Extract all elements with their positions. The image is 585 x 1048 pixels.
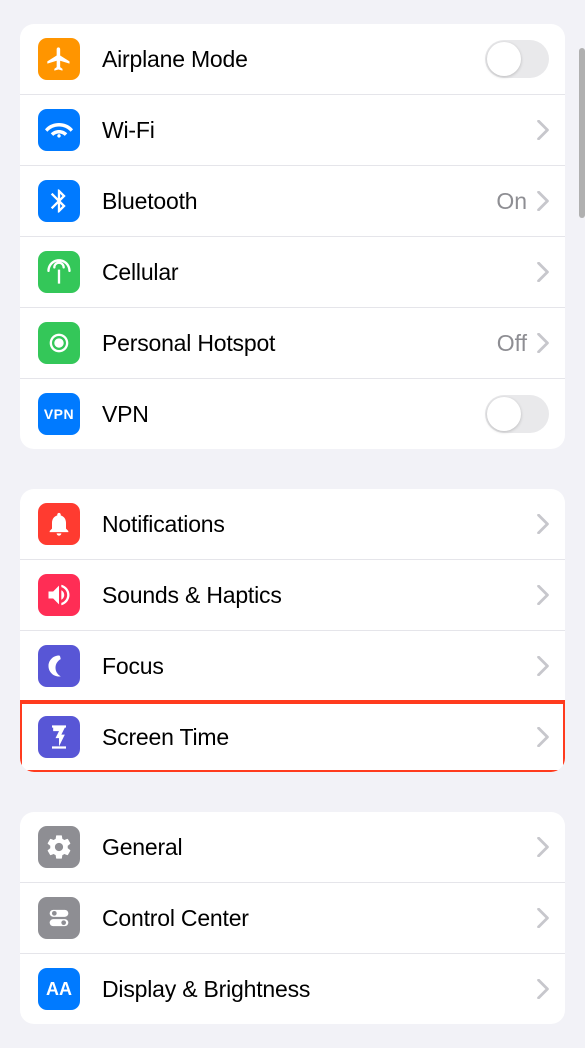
chevron-right-icon bbox=[537, 262, 549, 282]
chevron-right-icon bbox=[537, 585, 549, 605]
chevron-right-icon bbox=[537, 656, 549, 676]
chevron-right-icon bbox=[537, 120, 549, 140]
row-label: Personal Hotspot bbox=[102, 330, 497, 357]
airplane-icon bbox=[38, 38, 80, 80]
vpn-toggle[interactable] bbox=[485, 395, 549, 433]
row-label: Notifications bbox=[102, 511, 537, 538]
airplane-toggle[interactable] bbox=[485, 40, 549, 78]
chevron-right-icon bbox=[537, 727, 549, 747]
row-value: On bbox=[496, 188, 527, 215]
chevron-right-icon bbox=[537, 908, 549, 928]
row-wifi[interactable]: Wi-Fi bbox=[20, 95, 565, 166]
row-focus[interactable]: Focus bbox=[20, 631, 565, 702]
controlcenter-icon bbox=[38, 897, 80, 939]
row-label: Focus bbox=[102, 653, 537, 680]
row-cellular[interactable]: Cellular bbox=[20, 237, 565, 308]
general-icon bbox=[38, 826, 80, 868]
settings-group: General Control Center AA Display & Brightn… bbox=[20, 812, 565, 1024]
row-label: VPN bbox=[102, 401, 485, 428]
row-value: Off bbox=[497, 330, 527, 357]
row-airplane[interactable]: Airplane Mode bbox=[20, 24, 565, 95]
sounds-icon bbox=[38, 574, 80, 616]
chevron-right-icon bbox=[537, 837, 549, 857]
row-display[interactable]: AA Display & Brightness bbox=[20, 954, 565, 1024]
row-sounds[interactable]: Sounds & Haptics bbox=[20, 560, 565, 631]
row-general[interactable]: General bbox=[20, 812, 565, 883]
cellular-icon bbox=[38, 251, 80, 293]
screentime-icon bbox=[38, 716, 80, 758]
chevron-right-icon bbox=[537, 514, 549, 534]
wifi-icon bbox=[38, 109, 80, 151]
notifications-icon bbox=[38, 503, 80, 545]
row-screentime[interactable]: Screen Time bbox=[20, 702, 565, 772]
row-notifications[interactable]: Notifications bbox=[20, 489, 565, 560]
row-vpn[interactable]: VPN VPN bbox=[20, 379, 565, 449]
row-label: Display & Brightness bbox=[102, 976, 537, 1003]
display-icon: AA bbox=[38, 968, 80, 1010]
focus-icon bbox=[38, 645, 80, 687]
scrollbar[interactable] bbox=[579, 48, 585, 218]
chevron-right-icon bbox=[537, 333, 549, 353]
row-label: Sounds & Haptics bbox=[102, 582, 537, 609]
row-controlcenter[interactable]: Control Center bbox=[20, 883, 565, 954]
bluetooth-icon bbox=[38, 180, 80, 222]
settings-group: Airplane Mode Wi-Fi BluetoothOn Cellular Per… bbox=[20, 24, 565, 449]
settings-group: Notifications Sounds & Haptics Focus Screen… bbox=[20, 489, 565, 772]
row-hotspot[interactable]: Personal HotspotOff bbox=[20, 308, 565, 379]
row-label: Airplane Mode bbox=[102, 46, 485, 73]
row-bluetooth[interactable]: BluetoothOn bbox=[20, 166, 565, 237]
chevron-right-icon bbox=[537, 979, 549, 999]
row-label: Cellular bbox=[102, 259, 537, 286]
row-label: Control Center bbox=[102, 905, 537, 932]
row-label: Bluetooth bbox=[102, 188, 496, 215]
chevron-right-icon bbox=[537, 191, 549, 211]
hotspot-icon bbox=[38, 322, 80, 364]
row-label: Screen Time bbox=[102, 724, 537, 751]
vpn-icon: VPN bbox=[38, 393, 80, 435]
row-label: General bbox=[102, 834, 537, 861]
row-label: Wi-Fi bbox=[102, 117, 537, 144]
